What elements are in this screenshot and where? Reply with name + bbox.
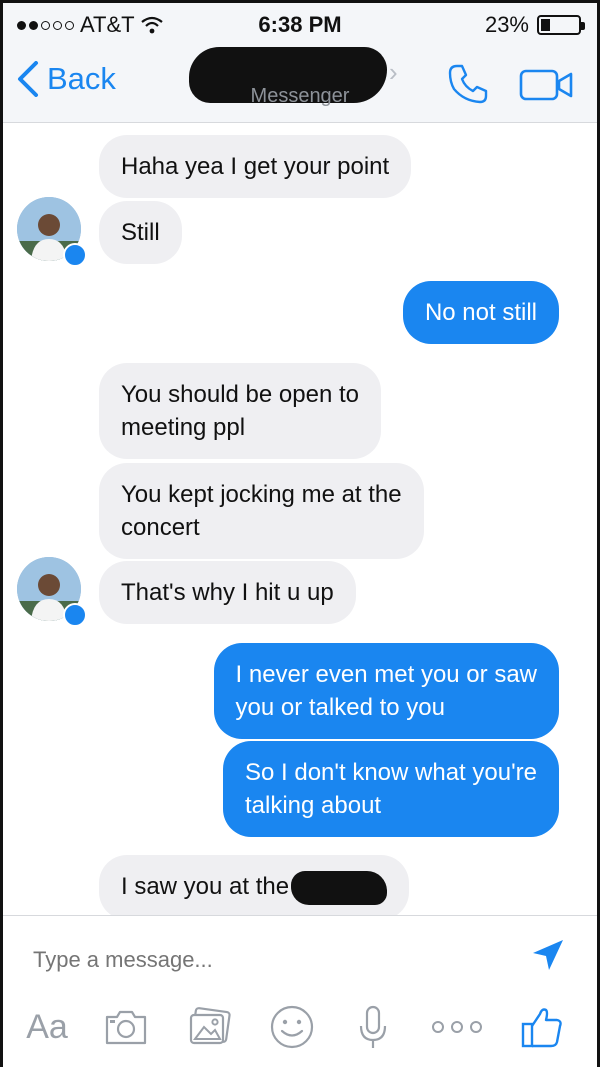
- message-incoming[interactable]: That's why I hit u up: [99, 561, 356, 624]
- message-input[interactable]: [33, 942, 473, 978]
- message-incoming[interactable]: Haha yea I get your point: [99, 135, 412, 198]
- text-style-button[interactable]: Aa: [21, 1004, 73, 1050]
- message-incoming[interactable]: I saw you at the: [99, 855, 410, 915]
- message-incoming[interactable]: You kept jocking me at the concert: [99, 463, 424, 559]
- send-icon[interactable]: [529, 938, 565, 974]
- redacted-text: [291, 870, 388, 905]
- header-subtitle: Messenger: [250, 85, 350, 107]
- camera-icon[interactable]: [101, 1004, 151, 1050]
- message-incoming[interactable]: Still: [99, 201, 182, 264]
- battery-icon: [537, 15, 585, 35]
- status-bar: AT&T 6:38 PM 23%: [3, 3, 597, 43]
- messenger-badge-icon: [63, 603, 87, 627]
- more-options-icon[interactable]: [429, 1004, 485, 1050]
- microphone-icon[interactable]: [355, 1004, 391, 1050]
- message-composer: Aa: [3, 915, 597, 1067]
- composer-toolbar: Aa: [3, 1004, 597, 1054]
- message-outgoing[interactable]: I never even met you or saw you or talke…: [213, 643, 559, 739]
- message-outgoing[interactable]: No not still: [402, 281, 559, 344]
- message-text: I saw you at the: [121, 873, 290, 900]
- phone-call-icon[interactable]: [445, 61, 491, 107]
- battery-percent: 23%: [484, 12, 529, 37]
- messenger-badge-icon: [63, 243, 87, 267]
- like-thumbs-up-icon[interactable]: [519, 1004, 565, 1050]
- chevron-right-icon: ›: [389, 57, 398, 87]
- video-call-icon[interactable]: [519, 67, 575, 103]
- message-outgoing[interactable]: So I don't know what you're talking abou…: [223, 741, 559, 837]
- photo-gallery-icon[interactable]: [187, 1004, 233, 1050]
- message-thread[interactable]: Haha yea I get your point Still No not s…: [3, 123, 597, 915]
- conversation-header: Back › Messenger: [3, 43, 597, 123]
- emoji-icon[interactable]: [269, 1004, 315, 1050]
- message-incoming[interactable]: You should be open to meeting ppl: [99, 363, 381, 459]
